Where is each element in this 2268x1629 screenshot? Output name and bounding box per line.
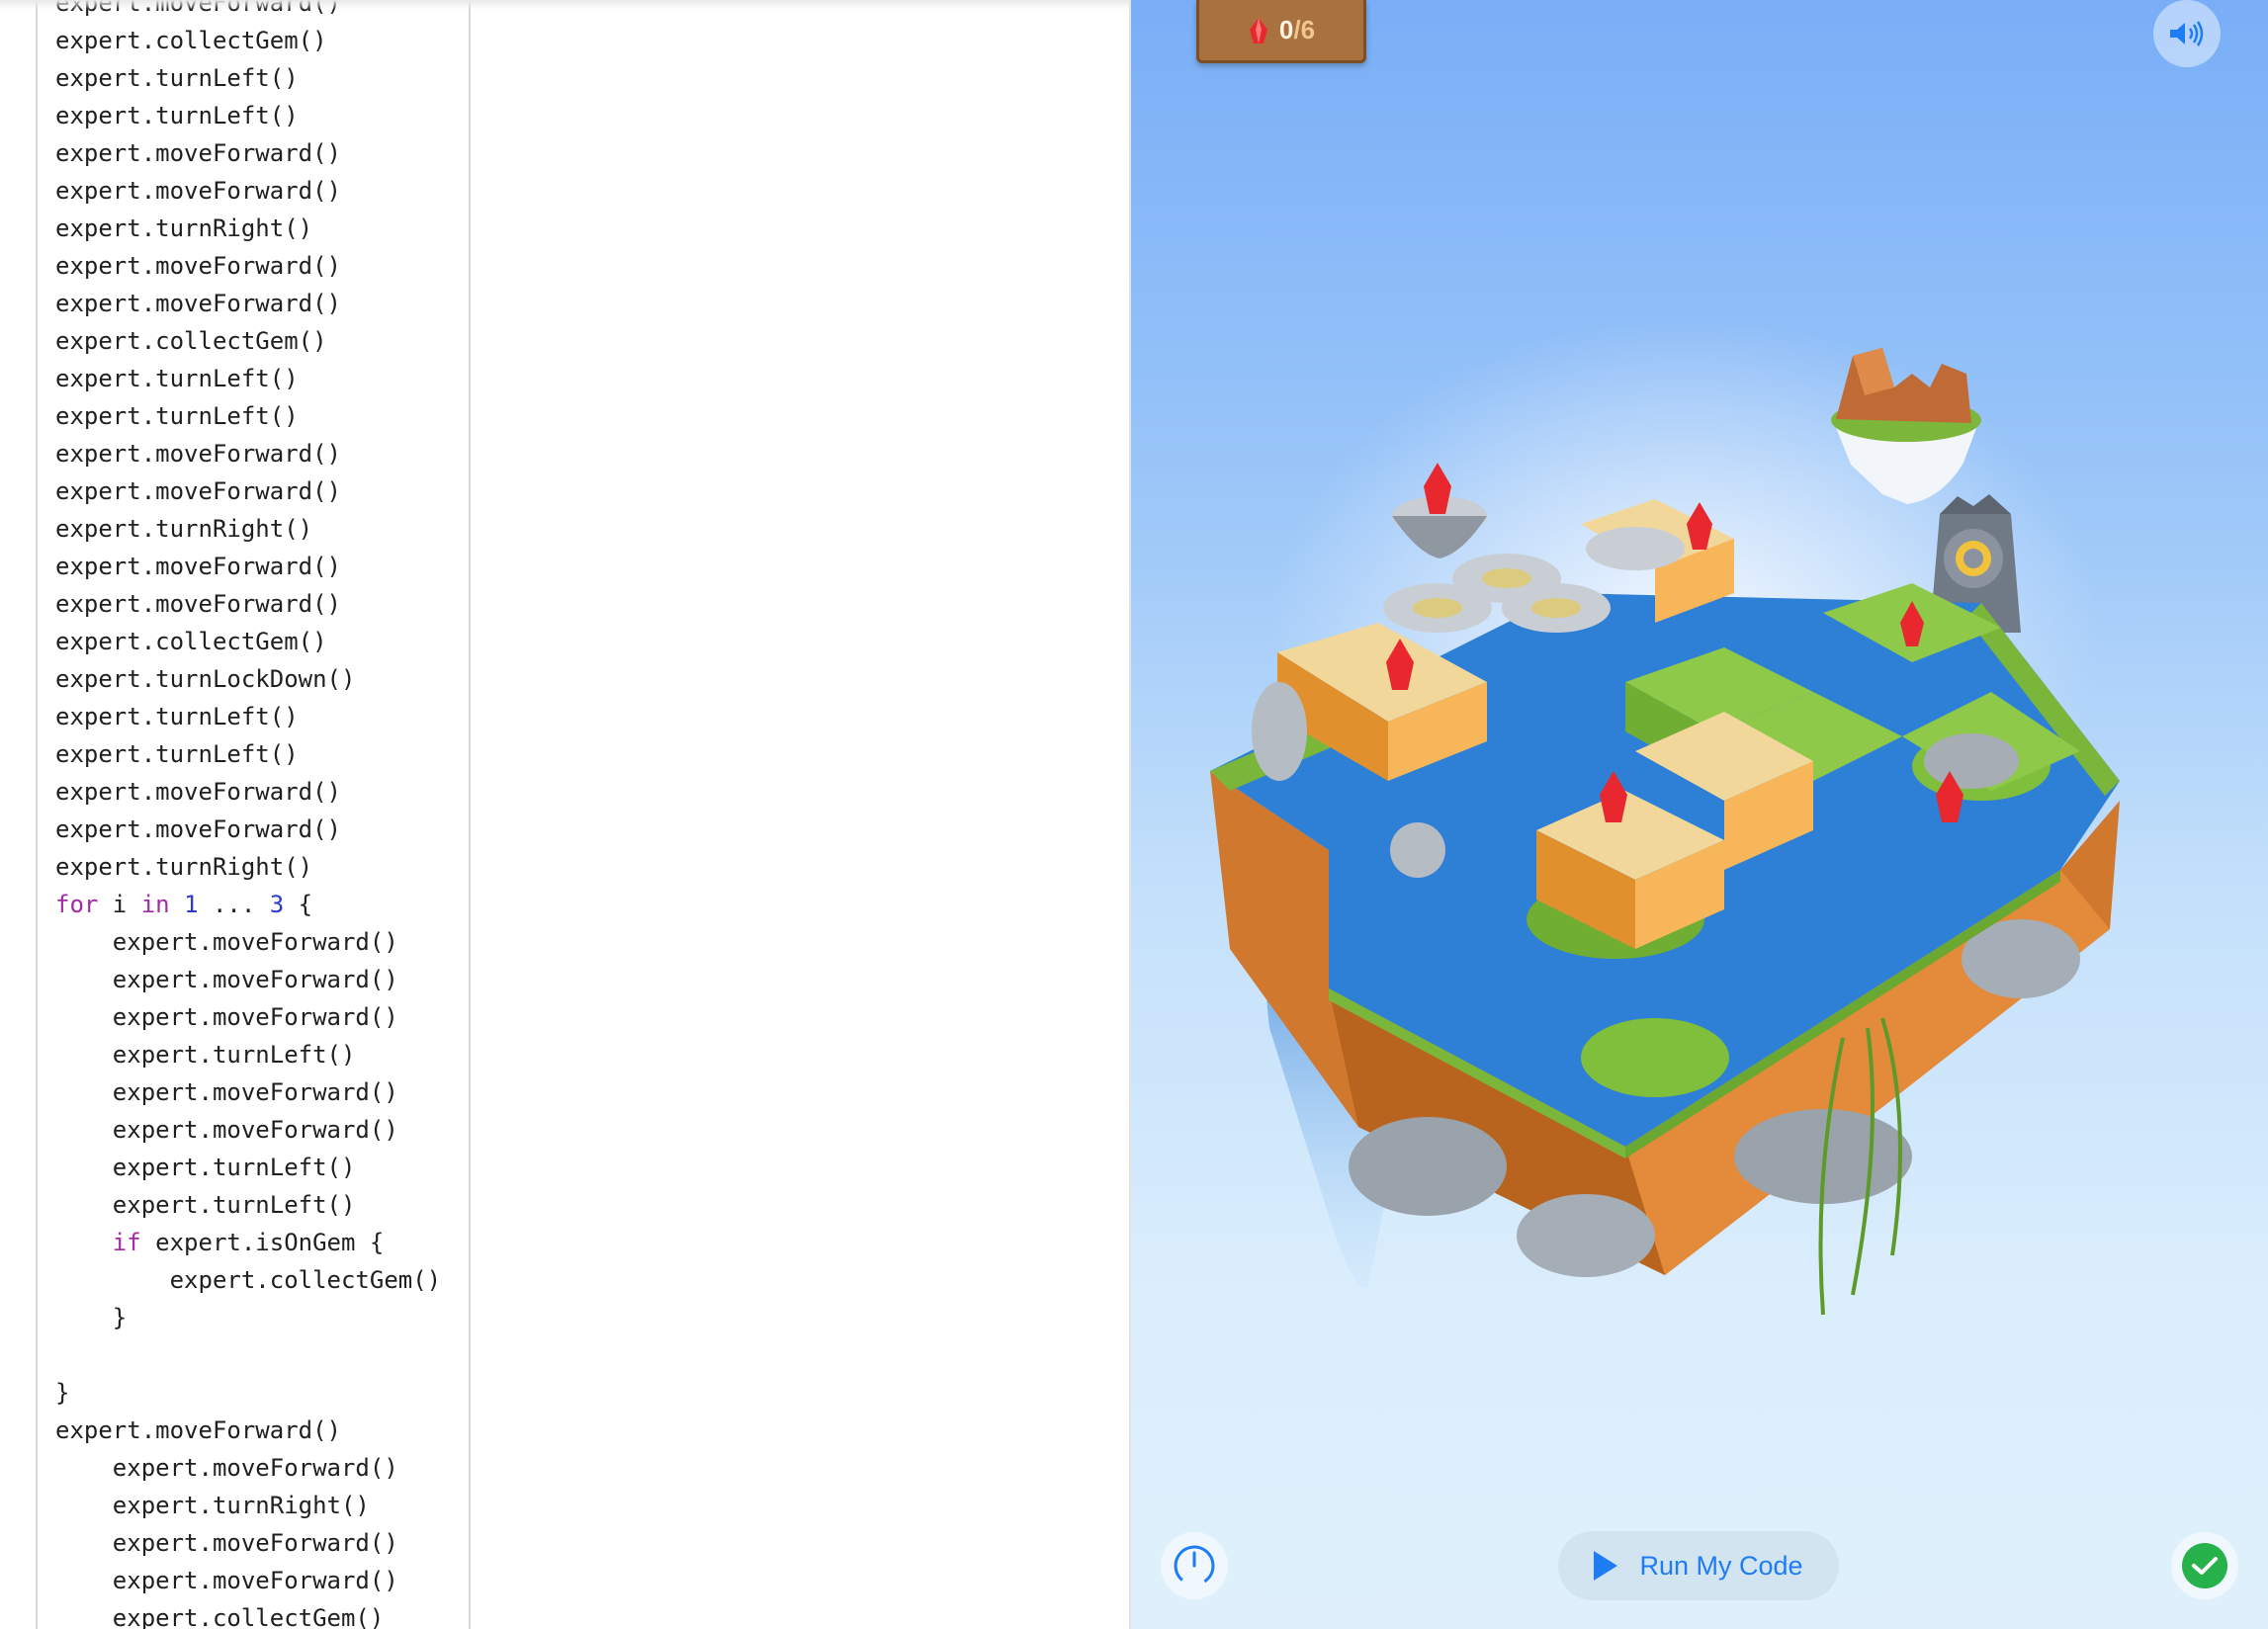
editor-gutter-divider: [36, 0, 38, 1629]
run-my-code-button[interactable]: Run My Code: [1558, 1531, 1839, 1600]
code-line[interactable]: expert.turnLeft(): [55, 59, 299, 97]
puzzle-world-illustration: [1210, 316, 2120, 1316]
code-line[interactable]: expert.turnLeft(): [55, 360, 299, 397]
checkmark-icon: [2182, 1543, 2227, 1588]
code-line[interactable]: expert.collectGem(): [55, 1261, 442, 1299]
code-line[interactable]: }: [55, 1374, 69, 1412]
code-line[interactable]: expert.turnRight(): [55, 510, 312, 548]
code-line[interactable]: }: [55, 1299, 127, 1336]
code-line[interactable]: expert.turnLeft(): [55, 735, 299, 773]
completed-indicator[interactable]: [2171, 1532, 2238, 1599]
code-line[interactable]: expert.collectGem(): [55, 322, 327, 360]
code-line[interactable]: expert.moveForward(): [55, 435, 341, 472]
gem-icon: [1249, 17, 1267, 43]
speedometer-icon: [1174, 1545, 1215, 1586]
code-line[interactable]: expert.turnRight(): [55, 210, 312, 247]
code-line[interactable]: expert.moveForward(): [55, 1562, 398, 1599]
code-listing[interactable]: expert.moveForward()expert.collectGem()e…: [55, 0, 469, 1629]
code-line[interactable]: expert.moveForward(): [55, 998, 398, 1036]
speed-button[interactable]: [1161, 1532, 1228, 1599]
editor-top-shadow: [0, 0, 1129, 10]
code-line[interactable]: expert.turnLeft(): [55, 1149, 356, 1186]
code-line[interactable]: expert.moveForward(): [55, 1073, 398, 1111]
code-line[interactable]: for i in 1 ... 3 {: [55, 886, 312, 923]
code-line[interactable]: expert.moveForward(): [55, 1412, 341, 1449]
code-line[interactable]: expert.moveForward(): [55, 923, 398, 961]
code-line[interactable]: expert.moveForward(): [55, 172, 341, 210]
code-line[interactable]: expert.moveForward(): [55, 1524, 398, 1562]
code-line[interactable]: expert.turnLeft(): [55, 1186, 356, 1224]
code-line[interactable]: expert.turnRight(): [55, 848, 312, 886]
code-line[interactable]: expert.moveForward(): [55, 134, 341, 172]
code-line[interactable]: expert.moveForward(): [55, 585, 341, 623]
speaker-icon: [2170, 21, 2204, 46]
play-icon: [1594, 1551, 1618, 1581]
code-line[interactable]: expert.moveForward(): [55, 285, 341, 322]
gem-counter: 0/6: [1196, 0, 1366, 63]
code-line[interactable]: expert.collectGem(): [55, 1599, 385, 1629]
code-editor[interactable]: expert.moveForward()expert.collectGem()e…: [0, 0, 1129, 1629]
code-line[interactable]: expert.moveForward(): [55, 1111, 398, 1149]
code-line[interactable]: expert.turnLeft(): [55, 397, 299, 435]
code-line[interactable]: expert.collectGem(): [55, 22, 327, 59]
code-line[interactable]: expert.moveForward(): [55, 472, 341, 510]
code-line[interactable]: expert.moveForward(): [55, 811, 341, 848]
code-line[interactable]: if expert.isOnGem {: [55, 1224, 385, 1261]
code-column-divider: [469, 0, 471, 1629]
code-line[interactable]: expert.moveForward(): [55, 548, 341, 585]
code-line[interactable]: expert.turnLeft(): [55, 698, 299, 735]
code-line[interactable]: expert.collectGem(): [55, 623, 327, 660]
code-line[interactable]: expert.moveForward(): [55, 961, 398, 998]
code-line[interactable]: expert.moveForward(): [55, 1449, 398, 1487]
code-line[interactable]: expert.turnLeft(): [55, 1036, 356, 1073]
code-line[interactable]: expert.moveForward(): [55, 247, 341, 285]
puzzle-world-view[interactable]: 0/6 Run My Code: [1131, 0, 2268, 1629]
code-line[interactable]: expert.turnLockDown(): [55, 660, 355, 698]
run-button-label: Run My Code: [1639, 1550, 1803, 1581]
code-line[interactable]: expert.moveForward(): [55, 773, 341, 811]
code-line[interactable]: expert.turnRight(): [55, 1487, 370, 1524]
gem-count: 0/6: [1278, 15, 1316, 44]
code-line[interactable]: expert.turnLeft(): [55, 97, 299, 134]
sound-button[interactable]: [2153, 0, 2221, 67]
